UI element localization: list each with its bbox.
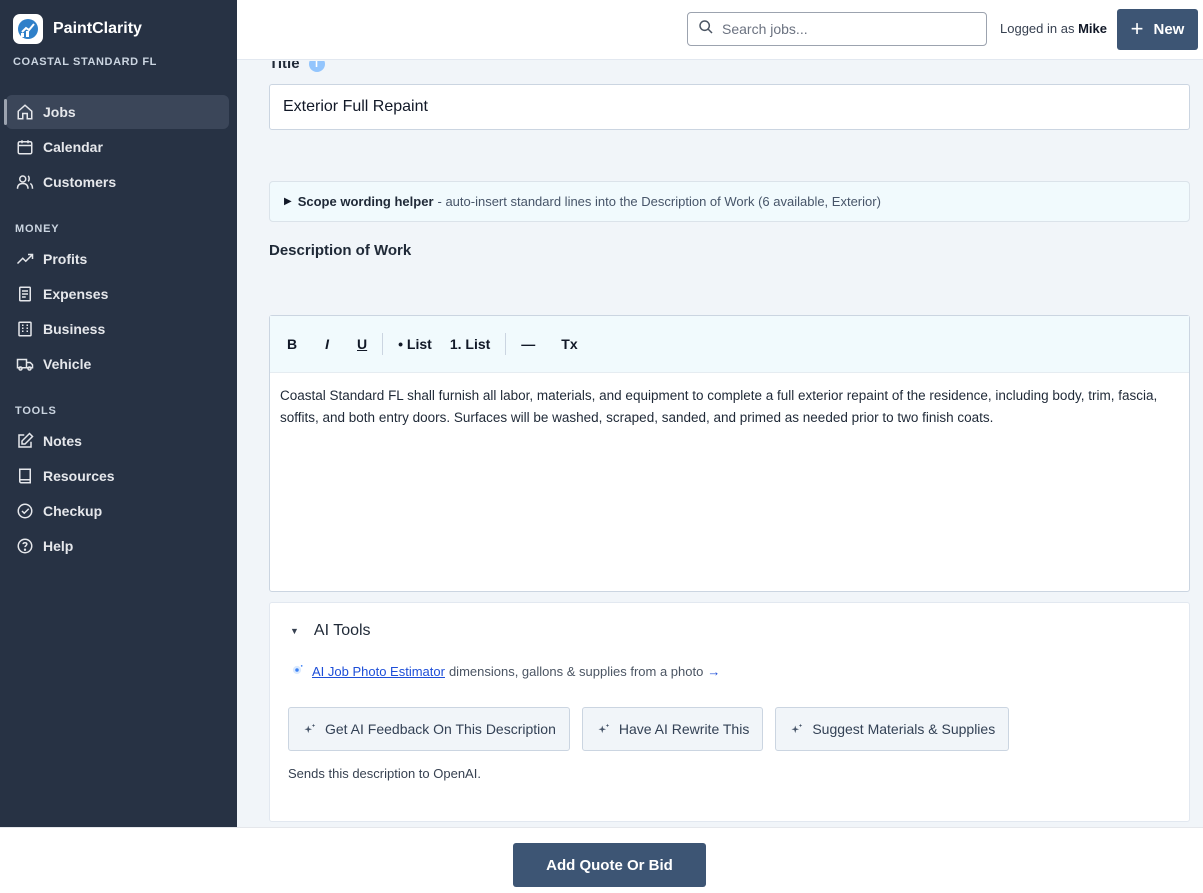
building-icon [16,320,34,338]
helper-text: - auto-insert standard lines into the De… [437,194,881,209]
brand-name: PaintClarity [53,20,142,37]
suggest-materials-button[interactable]: Suggest Materials & Supplies [775,707,1010,751]
users-icon [16,173,34,191]
description-label: Description of Work [269,242,412,259]
sidebar-item-jobs[interactable]: Jobs [4,95,229,129]
bullet-list-button[interactable]: • List [389,336,441,352]
search-input[interactable] [722,21,962,37]
sidebar-item-label: Notes [43,433,82,449]
description-editor: B I U • List 1. List — Tx Coastal Standa… [269,315,1190,592]
top-header: Logged in as Mike + New [237,0,1203,60]
sidebar-item-label: Business [43,321,106,337]
search-box[interactable] [687,12,987,46]
ai-tools-panel: ▼ AI Tools AI Job Photo Estimator dimens… [269,602,1190,822]
expand-triangle-icon: ▶ [284,196,292,207]
sidebar-item-vehicle[interactable]: Vehicle [6,347,229,381]
sidebar-item-label: Calendar [43,139,103,155]
italic-button[interactable]: I [316,336,338,352]
add-quote-button[interactable]: Add Quote Or Bid [513,843,706,887]
sidebar-item-label: Help [43,538,74,554]
search-icon [698,19,714,40]
sticky-footer: Add Quote Or Bid [0,827,1203,893]
ai-photo-estimator-link[interactable]: AI Job Photo Estimator [312,664,445,679]
sidebar-item-label: Customers [43,174,117,190]
title-field-label: Title i [269,61,325,72]
ai-rewrite-label: Have AI Rewrite This [618,721,750,737]
home-icon [16,103,34,121]
scope-wording-helper[interactable]: ▶ Scope wording helper - auto-insert sta… [269,181,1190,222]
title-input[interactable]: Exterior Full Repaint [269,84,1190,130]
sidebar-item-expenses[interactable]: Expenses [6,277,229,311]
info-icon[interactable]: i [308,61,325,72]
sidebar: PaintClarity COASTAL STANDARD FL Jobs Ca… [0,0,237,827]
sidebar-item-label: Vehicle [43,356,92,372]
ai-privacy-note: Sends this description to OpenAI. [288,766,481,781]
sidebar-item-checkup[interactable]: Checkup [6,494,229,528]
sidebar-item-label: Expenses [43,286,109,302]
ai-tools-heading: AI Tools [313,622,371,639]
editor-toolbar: B I U • List 1. List — Tx [270,316,1189,373]
logged-in-prefix: Logged in as [1000,21,1075,36]
sidebar-item-help[interactable]: Help [6,529,229,563]
ai-feedback-label: Get AI Feedback On This Description [325,721,556,737]
org-name: COASTAL STANDARD FL [13,56,158,68]
sparkle-icon [303,722,317,736]
money-section-heading: MONEY [15,223,60,235]
ai-feedback-button[interactable]: Get AI Feedback On This Description [288,707,570,751]
helper-title: Scope wording helper [297,194,434,209]
brand[interactable]: PaintClarity [0,0,237,58]
sidebar-item-calendar[interactable]: Calendar [6,130,229,164]
sidebar-nav: Jobs Calendar Customers MONEY Profits Ex… [0,95,237,563]
trending-up-icon [16,250,34,268]
arrow-right-icon[interactable]: → [707,664,720,679]
sparkle-icon [790,722,804,736]
book-icon [16,467,34,485]
description-textarea[interactable]: Coastal Standard FL shall furnish all la… [270,373,1189,441]
numbered-list-button[interactable]: 1. List [441,336,499,352]
logged-in-status: Logged in as Mike [1000,21,1107,36]
sidebar-item-customers[interactable]: Customers [6,165,229,199]
edit-icon [16,432,34,450]
help-circle-icon [16,537,34,555]
collapse-triangle-icon: ▼ [290,626,299,636]
ai-tools-toggle[interactable]: ▼ AI Tools [290,622,371,640]
horizontal-rule-button[interactable]: — [512,336,544,352]
new-button-label: New [1153,21,1185,38]
title-label-text: Title [269,61,300,72]
sidebar-item-label: Resources [43,468,115,484]
camera-icon [290,663,304,680]
paintclarity-logo-icon [13,14,43,44]
check-circle-icon [16,502,34,520]
sidebar-item-profits[interactable]: Profits [6,242,229,276]
ai-action-buttons: Get AI Feedback On This Description Have… [288,707,1021,751]
job-form: Title i Exterior Full Repaint ▶ Scope wo… [237,61,1203,827]
calendar-icon [16,138,34,156]
sidebar-item-business[interactable]: Business [6,312,229,346]
sidebar-item-label: Checkup [43,503,103,519]
receipt-icon [16,285,34,303]
new-button[interactable]: + New [1117,9,1198,50]
clear-format-button[interactable]: Tx [552,336,586,352]
ai-photo-description: dimensions, gallons & supplies from a ph… [448,664,704,679]
sidebar-item-resources[interactable]: Resources [6,459,229,493]
sidebar-item-label: Jobs [43,104,76,120]
ai-photo-estimator-row: AI Job Photo Estimator dimensions, gallo… [290,663,720,680]
sidebar-item-notes[interactable]: Notes [6,424,229,458]
tools-section-heading: TOOLS [15,405,57,417]
suggest-materials-label: Suggest Materials & Supplies [812,721,996,737]
truck-icon [16,355,34,373]
underline-button[interactable]: U [348,336,376,352]
sidebar-item-label: Profits [43,251,88,267]
bold-button[interactable]: B [278,336,306,352]
plus-icon: + [1130,15,1144,41]
sparkle-icon [597,722,611,736]
toolbar-divider [382,333,384,355]
toolbar-divider [505,333,507,355]
ai-rewrite-button[interactable]: Have AI Rewrite This [581,707,764,751]
user-name: Mike [1078,21,1107,36]
